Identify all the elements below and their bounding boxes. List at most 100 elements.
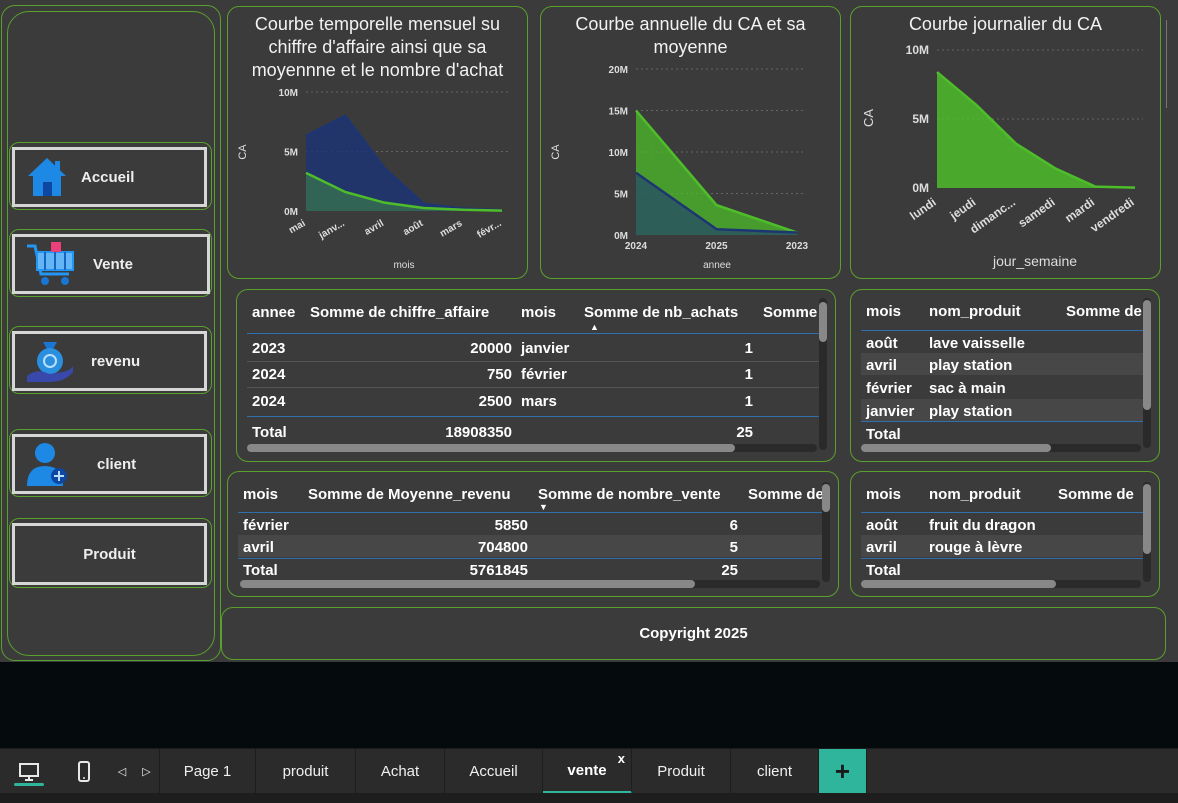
- tab-page-1-label: Page 1: [183, 763, 232, 780]
- t2-r3-mois: février: [866, 380, 912, 397]
- col-header-mois[interactable]: mois: [866, 303, 901, 320]
- sort-descending-icon: ▼: [539, 502, 548, 512]
- col-header-somme-more[interactable]: Somme de: [748, 486, 824, 503]
- t3-total-label: Total: [243, 562, 278, 579]
- tab-achat[interactable]: Achat: [356, 749, 445, 794]
- x-tick-label: lundi: [907, 195, 939, 223]
- col-header-somme-nb-achats[interactable]: Somme de nb_achats: [584, 304, 738, 321]
- t1-total-label: Total: [252, 424, 287, 441]
- row-divider: [247, 387, 822, 388]
- col-header-somme-more[interactable]: Somme de: [1066, 303, 1142, 320]
- y-tick-label: 5M: [614, 190, 628, 201]
- horizontal-scrollbar[interactable]: [861, 444, 1141, 452]
- col-header-somme-more[interactable]: Somme de: [1058, 486, 1134, 503]
- nav-group-client: client: [9, 429, 212, 497]
- nav-accueil-label: Accueil: [81, 168, 135, 186]
- t2-r1-mois: août: [866, 335, 898, 352]
- t2-r3-produit: sac à main: [929, 380, 1006, 397]
- close-tab-icon[interactable]: x: [618, 751, 625, 766]
- chart-daily-ca: Courbe journalier du CA 10M 5M 0M lundi jeud…: [850, 6, 1161, 279]
- col-header-somme-nombre-vente[interactable]: Somme de nombre_vente: [538, 486, 721, 503]
- col-header-mois[interactable]: mois: [866, 486, 901, 503]
- nav-produit-button[interactable]: Produit: [12, 523, 207, 585]
- t3-r1-mois: février: [243, 517, 289, 534]
- y-tick-label: 10M: [609, 148, 628, 159]
- col-header-annee[interactable]: annee: [252, 304, 295, 321]
- x-tick-label: mai: [287, 218, 308, 236]
- total-divider: [238, 558, 828, 559]
- monitor-icon: [19, 762, 39, 781]
- x-tick-label: vendredi: [1088, 195, 1137, 235]
- t1-total-ca: 18908350: [445, 424, 512, 441]
- report-canvas: Accueil Vente revenu client Produit Cour…: [0, 0, 1178, 662]
- col-header-somme-ca[interactable]: Somme de chiffre_affaire: [310, 304, 489, 321]
- mobile-view-button[interactable]: [58, 749, 110, 794]
- t3-r1-vente: 6: [729, 517, 738, 534]
- prev-page-button[interactable]: ◁: [110, 749, 134, 794]
- x-tick-label: 2025: [705, 241, 728, 252]
- desktop-view-button[interactable]: [0, 749, 58, 794]
- t2-total-label: Total: [866, 426, 901, 443]
- tab-page-1[interactable]: Page 1: [160, 749, 256, 794]
- t3-r2-vente: 5: [729, 539, 738, 556]
- col-header-somme-more[interactable]: Somme: [763, 304, 817, 321]
- y-tick-label: 10M: [279, 88, 298, 99]
- table-ca-by-year-month: annee Somme de chiffre_affaire mois Somm…: [236, 289, 836, 462]
- x-tick-label: samedi: [1016, 195, 1058, 230]
- x-tick-label: août: [401, 218, 425, 238]
- horizontal-scrollbar[interactable]: [861, 580, 1141, 588]
- nav-group-accueil: Accueil: [9, 142, 212, 210]
- t1-r2-annee: 2024: [252, 366, 286, 383]
- x-tick-label: janv...: [316, 218, 346, 242]
- t1-r3-annee: 2024: [252, 393, 286, 410]
- y-tick-label: 5M: [284, 148, 298, 159]
- t1-r2-ca: 750: [486, 366, 512, 383]
- header-divider: [861, 330, 1146, 331]
- t2-r1-produit: lave vaisselle: [929, 335, 1025, 352]
- nav-revenu-button[interactable]: revenu: [12, 331, 207, 391]
- row-band: [238, 535, 828, 557]
- horizontal-scrollbar[interactable]: [247, 444, 817, 452]
- nav-accueil-button[interactable]: Accueil: [12, 147, 207, 207]
- col-header-mois[interactable]: mois: [521, 304, 556, 321]
- vertical-scrollbar[interactable]: [822, 482, 830, 582]
- horizontal-scrollbar[interactable]: [240, 580, 820, 588]
- col-header-nom-produit[interactable]: nom_produit: [929, 486, 1021, 503]
- vertical-scrollbar[interactable]: [1143, 298, 1151, 448]
- nav-revenu-label: revenu: [91, 352, 141, 370]
- col-header-nom-produit[interactable]: nom_produit: [929, 303, 1021, 320]
- tab-produit-2[interactable]: Produit: [632, 749, 731, 794]
- nav-client-button[interactable]: client: [12, 434, 207, 494]
- tab-client[interactable]: client: [731, 749, 819, 794]
- total-divider: [861, 421, 1146, 422]
- y-axis-title: CA: [550, 144, 562, 160]
- nav-vente-button[interactable]: Vente: [12, 234, 210, 294]
- tab-vente[interactable]: vente x: [543, 749, 632, 794]
- phone-icon: [78, 760, 90, 782]
- x-tick-label: 2023: [786, 241, 809, 252]
- t4-total-label: Total: [866, 562, 901, 579]
- next-page-button[interactable]: ▷: [134, 749, 160, 794]
- chart-monthly-plot: 10M 5M 0Mmai janv... avril août mars févr... moi…: [237, 88, 510, 271]
- copyright-text: Copyright 2025: [639, 625, 748, 642]
- tab-produit[interactable]: produit: [256, 749, 356, 794]
- x-tick-label: dimanc...: [967, 195, 1018, 236]
- chevron-right-icon: ▷: [142, 766, 151, 778]
- vertical-scrollbar[interactable]: [1143, 482, 1151, 582]
- vertical-scrollbar[interactable]: [819, 298, 827, 450]
- x-axis-title: mois: [393, 260, 414, 271]
- home-icon: [28, 158, 66, 196]
- col-header-somme-moyenne-revenu[interactable]: Somme de Moyenne_revenu: [308, 486, 511, 503]
- nav-client-label: client: [97, 455, 137, 473]
- t2-r2-produit: play station: [929, 357, 1013, 374]
- col-header-mois[interactable]: mois: [243, 486, 278, 503]
- tab-accueil[interactable]: Accueil: [445, 749, 543, 794]
- y-tick-label: 15M: [609, 107, 628, 118]
- header-divider: [238, 512, 828, 513]
- add-page-button[interactable]: +: [819, 749, 867, 794]
- chevron-left-icon: ◁: [117, 766, 127, 778]
- t1-total-nb: 25: [736, 424, 753, 441]
- t1-r3-nb: 1: [744, 393, 753, 410]
- t1-r1-ca: 20000: [470, 340, 512, 357]
- sort-ascending-icon: ▲: [590, 322, 599, 332]
